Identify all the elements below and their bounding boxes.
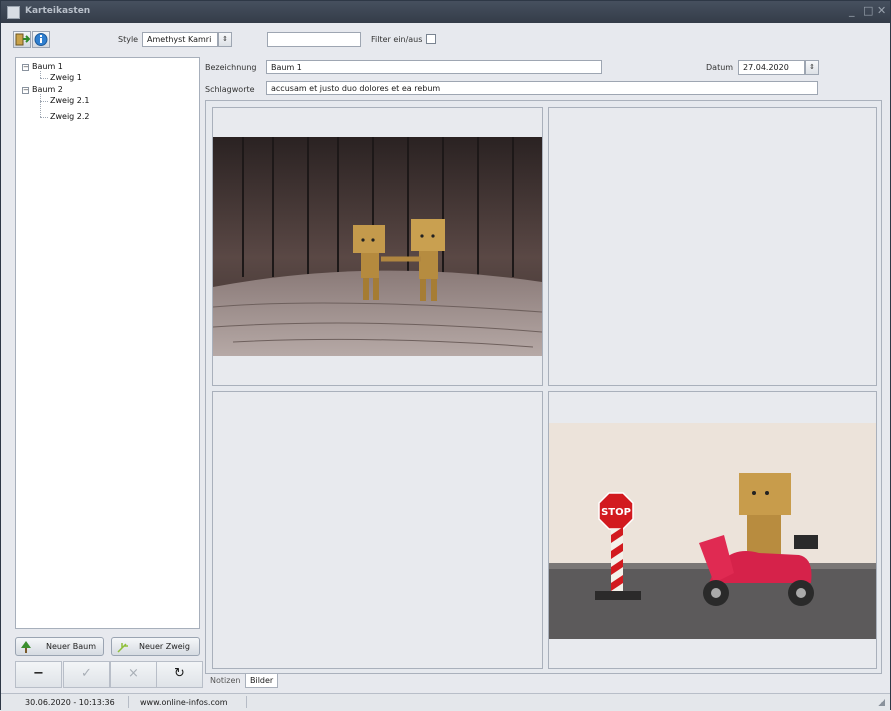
image-photo-2: STOP — [549, 423, 876, 639]
style-dropdown-icon[interactable]: ⇕ — [218, 32, 232, 47]
cancel-button[interactable]: × — [110, 661, 157, 688]
image-cell-3[interactable] — [212, 391, 543, 669]
filter-input[interactable] — [267, 32, 361, 47]
title-bar: Karteikasten _ □ ✕ — [1, 1, 890, 23]
filter-label: Filter ein/aus — [371, 35, 423, 44]
collapse-icon[interactable]: − — [22, 87, 29, 94]
image-cell-4[interactable]: STOP — [548, 391, 877, 669]
tree-line — [40, 101, 48, 102]
exit-button[interactable] — [13, 31, 31, 48]
toolbar: Style Amethyst Kamri ⇕ Filter ein/aus — [1, 23, 890, 53]
status-datetime: 30.06.2020 - 10:13:36 — [25, 698, 115, 707]
confirm-button[interactable]: ✓ — [63, 661, 110, 688]
app-icon — [7, 6, 20, 19]
tree-node-baum-2[interactable]: Baum 2 — [32, 85, 63, 94]
bezeichnung-label: Bezeichnung — [205, 63, 257, 72]
info-button[interactable] — [32, 31, 50, 48]
tree-line — [40, 94, 41, 117]
bezeichnung-input[interactable]: Baum 1 — [266, 60, 602, 74]
filter-checkbox[interactable] — [426, 34, 436, 44]
new-branch-button[interactable]: Neuer Zweig — [111, 637, 200, 656]
refresh-button[interactable]: ↻ — [156, 661, 203, 688]
figures-photo — [213, 137, 542, 356]
new-branch-label: Neuer Zweig — [139, 642, 190, 651]
app-window: Karteikasten _ □ ✕ Style Amethyst Kamri … — [0, 0, 891, 711]
status-bar: 30.06.2020 - 10:13:36 www.online-infos.c… — [1, 693, 890, 711]
resize-grip-icon[interactable] — [878, 699, 885, 706]
status-website: www.online-infos.com — [140, 698, 228, 707]
info-icon — [34, 33, 48, 46]
stop-sign-text: STOP — [601, 507, 631, 518]
tree-line — [40, 117, 48, 118]
tree-view[interactable]: − Baum 1 Zweig 1 − Baum 2 Zweig 2.1 Zwei… — [15, 57, 200, 629]
tree-icon — [21, 641, 31, 653]
datum-spinner-icon[interactable]: ⇕ — [805, 60, 819, 75]
status-divider — [128, 696, 129, 708]
maximize-icon[interactable]: □ — [863, 4, 873, 17]
scooter-photo: STOP — [549, 423, 876, 639]
schlagworte-input[interactable]: accusam et justo duo dolores et ea rebum — [266, 81, 818, 95]
image-cell-2[interactable] — [548, 107, 877, 386]
image-cell-1[interactable] — [212, 107, 543, 386]
branch-icon — [117, 643, 128, 653]
close-icon[interactable]: ✕ — [877, 4, 886, 17]
image-photo-1 — [213, 137, 542, 356]
schlagworte-label: Schlagworte — [205, 85, 255, 94]
new-tree-button[interactable]: Neuer Baum — [15, 637, 104, 656]
delete-button[interactable]: − — [15, 661, 62, 688]
new-tree-label: Neuer Baum — [46, 642, 96, 651]
collapse-icon[interactable]: − — [22, 64, 29, 71]
style-label: Style — [118, 35, 139, 44]
tree-node-zweig-2-1[interactable]: Zweig 2.1 — [50, 96, 90, 105]
tab-notizen[interactable]: Notizen — [206, 674, 244, 688]
tree-node-zweig-2-2[interactable]: Zweig 2.2 — [50, 112, 90, 121]
tab-bilder[interactable]: Bilder — [245, 674, 279, 688]
window-title: Karteikasten — [25, 6, 91, 16]
datum-input[interactable]: 27.04.2020 — [738, 60, 805, 75]
minimize-icon[interactable]: _ — [849, 4, 855, 17]
style-select[interactable]: Amethyst Kamri — [142, 32, 218, 47]
datum-label: Datum — [706, 63, 734, 72]
tree-node-baum-1[interactable]: Baum 1 — [32, 62, 63, 71]
status-divider — [246, 696, 247, 708]
tree-node-zweig-1[interactable]: Zweig 1 — [50, 73, 82, 82]
tree-line — [40, 78, 48, 79]
exit-door-icon — [15, 33, 31, 46]
tree-line — [40, 71, 41, 78]
